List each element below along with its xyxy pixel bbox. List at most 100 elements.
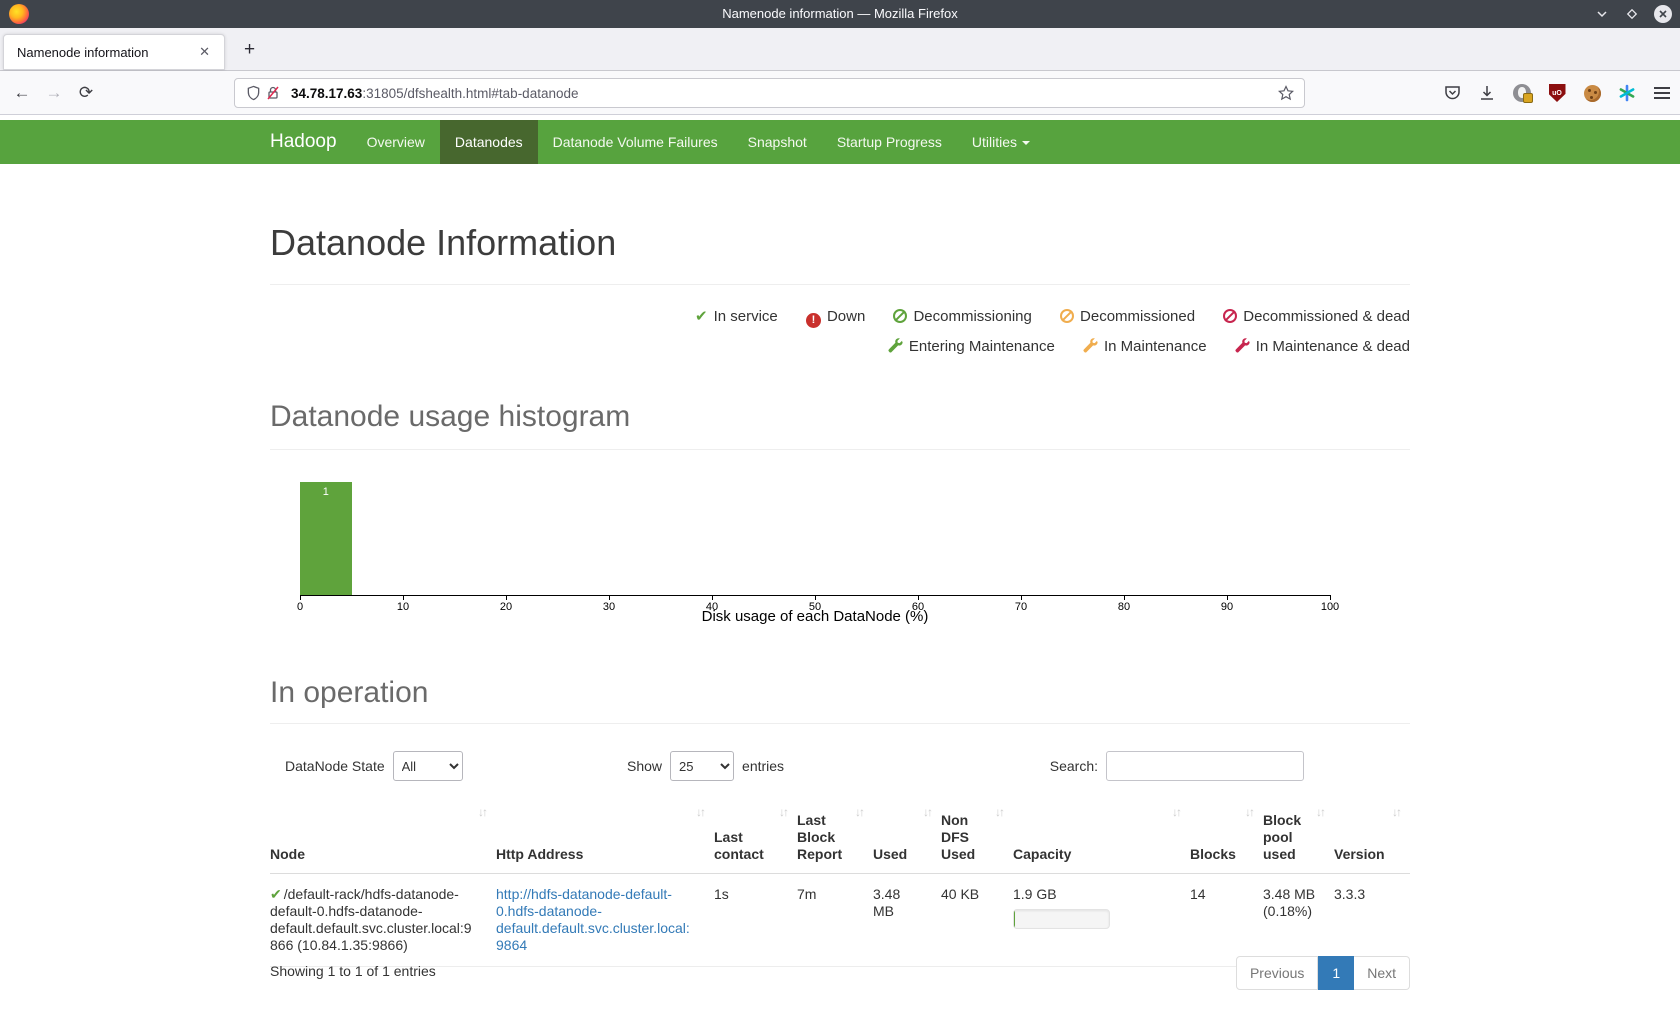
- shield-icon[interactable]: [243, 83, 263, 103]
- pocket-icon[interactable]: [1442, 83, 1462, 103]
- sort-icon[interactable]: ↓↑: [779, 804, 787, 821]
- column-header-block-pool-used[interactable]: Block pool used↓↑: [1263, 792, 1334, 874]
- histogram-bar: 1: [300, 482, 352, 595]
- version-cell: 3.3.3: [1334, 874, 1410, 967]
- column-header-non-dfs-used[interactable]: Non DFS Used↓↑: [941, 792, 1013, 874]
- download-icon[interactable]: [1477, 83, 1497, 103]
- search-label: Search:: [1050, 758, 1098, 774]
- http-address-cell: http://hdfs-datanode-default-0.hdfs-data…: [496, 874, 714, 967]
- sort-icon[interactable]: ↓↑: [1172, 804, 1180, 821]
- column-header-blocks[interactable]: Blocks↓↑: [1190, 792, 1263, 874]
- extension-icon[interactable]: [1512, 83, 1532, 103]
- legend-row-2: Entering Maintenance In Maintenance In M…: [270, 332, 1410, 362]
- menu-hamburger-icon[interactable]: [1652, 83, 1672, 103]
- block-pool-used-cell: 3.48 MB (0.18%): [1263, 874, 1334, 967]
- hadoop-navbar: Hadoop Overview Datanodes Datanode Volum…: [0, 120, 1680, 164]
- capacity-progress-bar: [1013, 909, 1110, 929]
- column-header-node[interactable]: Node↓↑: [270, 792, 496, 874]
- nav-item-snapshot[interactable]: Snapshot: [733, 120, 822, 164]
- insecure-lock-icon[interactable]: [263, 83, 283, 103]
- ublock-icon[interactable]: uO: [1547, 83, 1567, 103]
- table-controls: DataNode State All Show 25 entries Searc…: [270, 750, 1410, 782]
- pagination: Previous 1 Next: [1236, 956, 1410, 990]
- window-title: Namenode information — Mozilla Firefox: [0, 0, 1680, 28]
- sort-icon[interactable]: ↓↑: [1316, 804, 1324, 821]
- show-entries-select[interactable]: 25: [670, 751, 734, 781]
- capacity-cell: 1.9 GB: [1013, 874, 1190, 967]
- exclamation-circle-icon: !: [806, 313, 821, 328]
- datanode-state-select[interactable]: All: [393, 751, 463, 781]
- window-minimize-button[interactable]: [1594, 6, 1610, 22]
- column-header-last-contact[interactable]: Last contact↓↑: [714, 792, 797, 874]
- column-header-capacity[interactable]: Capacity↓↑: [1013, 792, 1190, 874]
- sort-icon[interactable]: ↓↑: [1392, 804, 1400, 821]
- ban-circle-icon: [1060, 309, 1074, 323]
- asterisk-extension-icon[interactable]: [1617, 83, 1637, 103]
- search-input[interactable]: [1106, 751, 1304, 781]
- sort-icon[interactable]: ↓↑: [923, 804, 931, 821]
- sort-icon[interactable]: ↓↑: [696, 804, 704, 821]
- legend-in-maintenance-dead: In Maintenance & dead: [1235, 338, 1410, 355]
- table-row: ✔/default-rack/hdfs-datanode-default-0.h…: [270, 874, 1410, 967]
- tab-title: Namenode information: [17, 45, 195, 60]
- table-header-row: Node↓↑ Http Address↓↑ Last contact↓↑ Las…: [270, 792, 1410, 874]
- legend-entering-maintenance: Entering Maintenance: [888, 338, 1055, 355]
- http-address-link[interactable]: http://hdfs-datanode-default-0.hdfs-data…: [496, 886, 690, 953]
- browser-tab[interactable]: Namenode information ✕: [3, 34, 225, 70]
- column-header-last-block-report[interactable]: Last Block Report↓↑: [797, 792, 873, 874]
- non-dfs-used-cell: 40 KB: [941, 874, 1013, 967]
- nav-item-datanode-volume-failures[interactable]: Datanode Volume Failures: [538, 120, 733, 164]
- sort-icon[interactable]: ↓↑: [1245, 804, 1253, 821]
- sort-icon[interactable]: ↓↑: [855, 804, 863, 821]
- reload-icon[interactable]: ⟳: [70, 83, 102, 103]
- nav-item-utilities[interactable]: Utilities: [957, 120, 1045, 164]
- ban-circle-icon: [893, 309, 907, 323]
- previous-page-button[interactable]: Previous: [1236, 956, 1318, 990]
- legend-row-1: ✔In service !Down Decommissioning Decomm…: [270, 302, 1410, 332]
- url-bar[interactable]: 34.78.17.63:31805/dfshealth.html#tab-dat…: [234, 78, 1305, 108]
- datanode-table: Node↓↑ Http Address↓↑ Last contact↓↑ Las…: [270, 792, 1410, 967]
- in-service-check-icon: ✔: [270, 886, 282, 902]
- last-contact-cell: 1s: [714, 874, 797, 967]
- column-header-version[interactable]: Version↓↑: [1334, 792, 1410, 874]
- nav-item-startup-progress[interactable]: Startup Progress: [822, 120, 957, 164]
- bar-value-label: 1: [300, 486, 352, 498]
- blocks-cell: 14: [1190, 874, 1263, 967]
- divider: [270, 449, 1410, 450]
- back-icon[interactable]: ←: [6, 83, 38, 103]
- forward-icon[interactable]: →: [38, 83, 70, 103]
- wrench-icon: [1235, 338, 1250, 353]
- datanode-state-label: DataNode State: [285, 758, 385, 774]
- window-maximize-button[interactable]: [1624, 6, 1640, 22]
- axis-tick: [1330, 595, 1331, 600]
- cookie-icon[interactable]: [1582, 83, 1602, 103]
- column-header-http-address[interactable]: Http Address↓↑: [496, 792, 714, 874]
- wrench-icon: [1083, 338, 1098, 353]
- new-tab-button[interactable]: +: [238, 40, 261, 60]
- page-1-button[interactable]: 1: [1318, 956, 1354, 990]
- table-info: Showing 1 to 1 of 1 entries: [270, 963, 436, 979]
- legend-in-service: ✔In service: [695, 308, 778, 325]
- url-text[interactable]: 34.78.17.63:31805/dfshealth.html#tab-dat…: [291, 86, 1276, 101]
- divider: [270, 723, 1410, 724]
- next-page-button[interactable]: Next: [1354, 956, 1410, 990]
- tab-close-icon[interactable]: ✕: [195, 42, 214, 62]
- node-cell: ✔/default-rack/hdfs-datanode-default-0.h…: [270, 874, 496, 967]
- status-legend: ✔In service !Down Decommissioning Decomm…: [270, 302, 1410, 362]
- entries-label: entries: [742, 758, 784, 774]
- window-titlebar: Namenode information — Mozilla Firefox: [0, 0, 1680, 28]
- nav-item-datanodes[interactable]: Datanodes: [440, 120, 538, 164]
- sort-icon[interactable]: ↓↑: [995, 804, 1003, 821]
- navbar-brand[interactable]: Hadoop: [255, 120, 352, 164]
- bookmark-star-icon[interactable]: [1276, 83, 1296, 103]
- legend-in-maintenance: In Maintenance: [1083, 338, 1207, 355]
- used-cell: 3.48 MB: [873, 874, 941, 967]
- caret-down-icon: [1022, 141, 1030, 145]
- last-block-report-cell: 7m: [797, 874, 873, 967]
- column-header-used[interactable]: Used↓↑: [873, 792, 941, 874]
- window-close-button[interactable]: [1654, 5, 1672, 23]
- url-path: :31805/dfshealth.html#tab-datanode: [362, 86, 578, 101]
- nav-item-overview[interactable]: Overview: [352, 120, 440, 164]
- sort-icon[interactable]: ↓↑: [478, 804, 486, 821]
- divider: [270, 284, 1410, 285]
